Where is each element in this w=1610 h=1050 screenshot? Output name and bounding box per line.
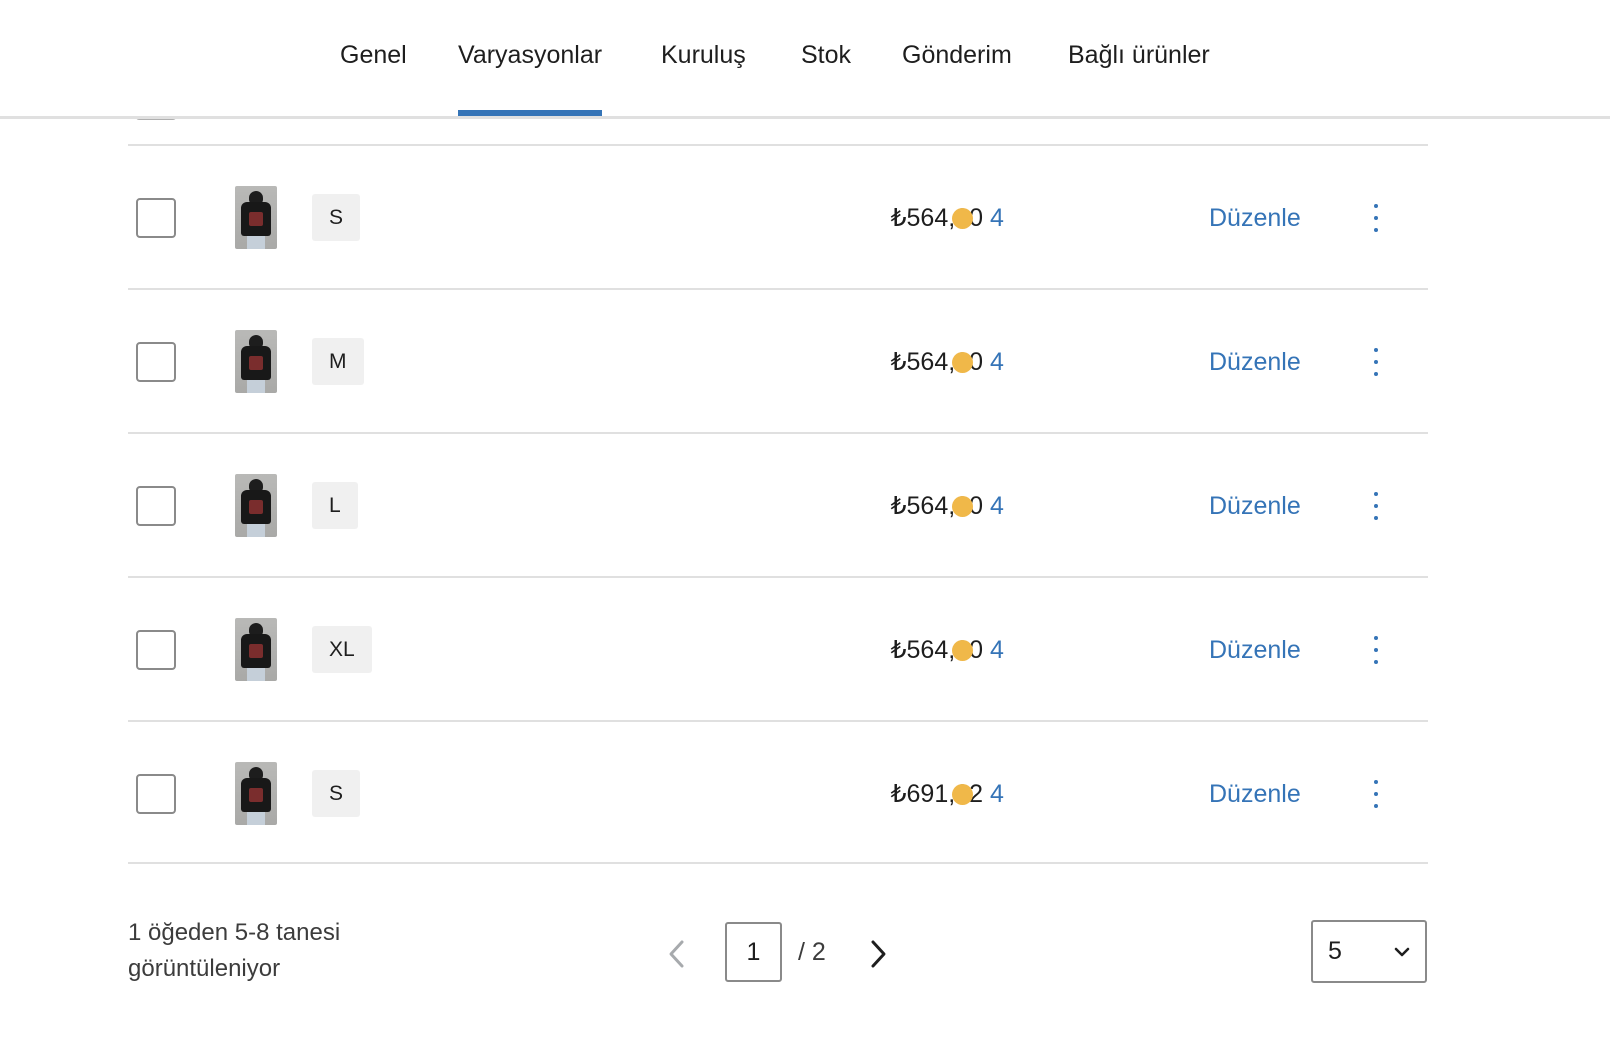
variations-table: S ₺564,30 4 Düzenle M ₺564,30 4 Düzenle … [128,144,1428,864]
row-checkbox[interactable] [136,342,176,382]
stock-status-dot [952,352,973,373]
table-row: M ₺564,30 4 Düzenle [128,288,1428,432]
attribute-badge: L [312,482,358,529]
tab-varyasyonlar[interactable]: Varyasyonlar [458,0,603,116]
edit-variation-link[interactable]: Düzenle [1209,578,1301,722]
tab-kurulus[interactable]: Kuruluş [661,0,746,116]
stock-status-dot [952,496,973,517]
variation-thumbnail[interactable] [235,762,277,825]
variation-thumbnail[interactable] [235,474,277,537]
tab-genel[interactable]: Genel [340,0,407,116]
stock-quantity-link[interactable]: 4 [990,434,1004,578]
row-checkbox[interactable] [136,486,176,526]
variation-thumbnail[interactable] [235,330,277,393]
chevron-right-icon[interactable] [864,934,892,974]
stock-quantity-link[interactable]: 4 [990,722,1004,866]
table-row: S ₺691,02 4 Düzenle [128,720,1428,864]
more-vertical-icon[interactable] [1361,486,1391,526]
tab-bagli-urunler[interactable]: Bağlı ürünler [1068,0,1210,116]
tab-stok[interactable]: Stok [801,0,851,116]
attribute-badge: XL [312,626,372,673]
more-vertical-icon[interactable] [1361,774,1391,814]
edit-variation-link[interactable]: Düzenle [1209,146,1301,290]
more-vertical-icon[interactable] [1361,198,1391,238]
product-data-tabs: Genel Varyasyonlar Kuruluş Stok Gönderim… [0,0,1610,119]
row-checkbox[interactable] [136,774,176,814]
attribute-badge: S [312,194,361,241]
current-page-input[interactable] [725,922,782,982]
attribute-badge: M [312,338,364,385]
attribute-badge: S [312,770,361,817]
edit-variation-link[interactable]: Düzenle [1209,722,1301,866]
more-vertical-icon[interactable] [1361,342,1391,382]
chevron-down-icon [1394,947,1410,957]
stock-status-dot [952,784,973,805]
edit-variation-link[interactable]: Düzenle [1209,434,1301,578]
pagination-summary: 1 öğeden 5-8 tanesi görüntüleniyor [128,919,341,982]
row-checkbox[interactable] [136,198,176,238]
stock-quantity-link[interactable]: 4 [990,290,1004,434]
per-page-value: 5 [1328,937,1342,965]
stock-status-dot [952,640,973,661]
variation-thumbnail[interactable] [235,618,277,681]
edit-variation-link[interactable]: Düzenle [1209,290,1301,434]
table-row: L ₺564,30 4 Düzenle [128,432,1428,576]
stock-quantity-link[interactable]: 4 [990,578,1004,722]
chevron-left-icon[interactable] [663,934,691,974]
variation-thumbnail[interactable] [235,186,277,249]
table-row: XL ₺564,30 4 Düzenle [128,576,1428,720]
total-pages: / 2 [798,938,826,966]
more-vertical-icon[interactable] [1361,630,1391,670]
table-row: S ₺564,30 4 Düzenle [128,144,1428,288]
stock-quantity-link[interactable]: 4 [990,146,1004,290]
per-page-select[interactable]: 5 [1311,920,1427,983]
stock-status-dot [952,208,973,229]
row-checkbox[interactable] [136,630,176,670]
tab-gonderim[interactable]: Gönderim [902,0,1012,116]
